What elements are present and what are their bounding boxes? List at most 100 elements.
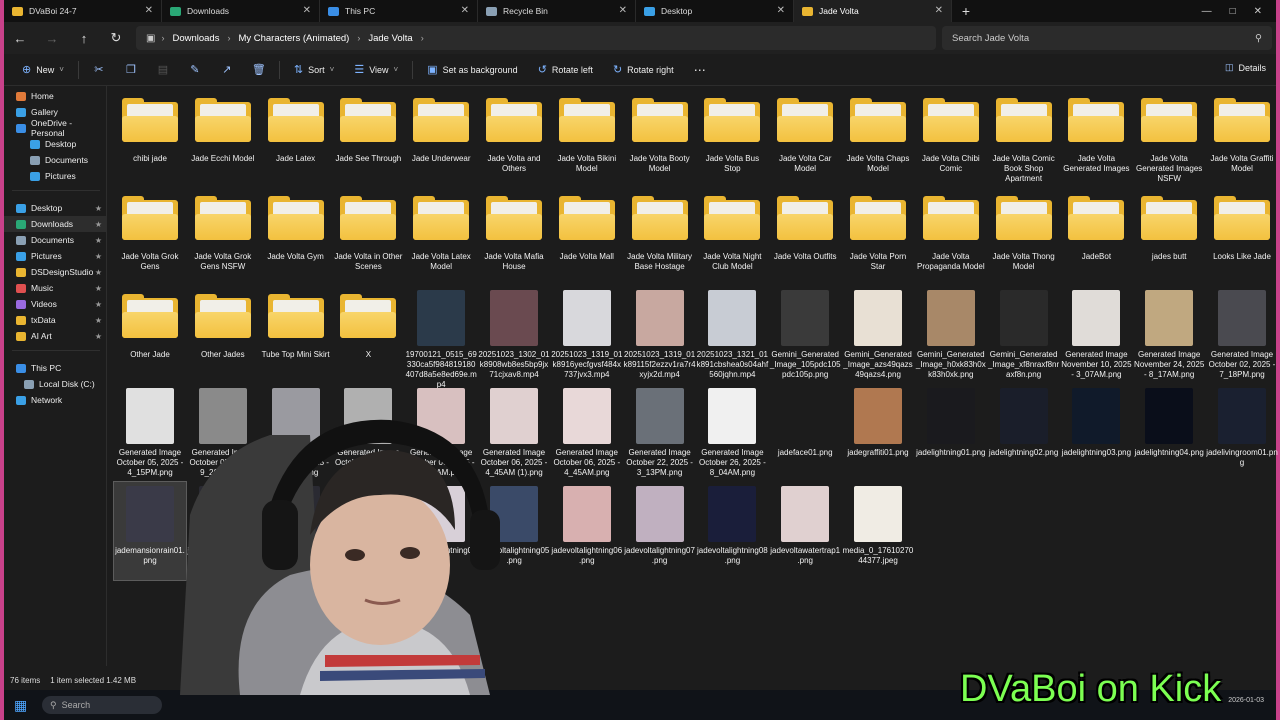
close-icon[interactable]: ✕ xyxy=(1254,6,1262,17)
file-item[interactable]: jadeface01.png xyxy=(769,384,841,482)
file-item[interactable]: jadevoltalightning06.png xyxy=(551,482,623,580)
file-item[interactable]: 19700121_0515_69330ca5f984819180407d8a5e… xyxy=(405,286,477,389)
folder-item[interactable]: Jade Volta Thong Model xyxy=(988,188,1060,286)
back-arrow-icon[interactable]: ← xyxy=(4,31,36,46)
folder-item[interactable]: Jade See Through xyxy=(332,90,404,188)
sidebar-item-music[interactable]: Music ★ xyxy=(4,280,106,296)
tab-3[interactable]: Recycle Bin ✕ xyxy=(478,0,636,22)
file-item[interactable]: Gemini_Generated_Image_xf8nraxf8nraxf8n.… xyxy=(988,286,1060,384)
maximize-icon[interactable]: □ xyxy=(1230,6,1236,17)
sidebar-item-pictures[interactable]: Pictures ★ xyxy=(4,248,106,264)
folder-item[interactable]: JadeBot xyxy=(1060,188,1132,286)
file-item[interactable]: jadelivingroom01.png xyxy=(1206,384,1278,482)
file-item[interactable]: Gemini_Generated_Image_azs49qazs49qazs4.… xyxy=(842,286,914,384)
sidebar-item-home[interactable]: Home xyxy=(4,88,106,104)
file-item[interactable]: jadevoltalightning08.png xyxy=(696,482,768,580)
file-item[interactable]: 20251023_1321_01k891cbshea0s04ahf560jqhn… xyxy=(696,286,768,384)
folder-item[interactable]: Other Jade xyxy=(114,286,186,384)
folder-item[interactable]: Jade Volta Porn Star xyxy=(842,188,914,286)
folder-item[interactable]: Jade Volta Grok Gens NSFW xyxy=(187,188,259,286)
folder-item[interactable]: Jade Volta Bikini Model xyxy=(551,90,623,188)
sidebar-item-documents[interactable]: Documents ★ xyxy=(4,232,106,248)
folder-item[interactable]: Jade Volta Car Model xyxy=(769,90,841,188)
cut-icon[interactable]: ✂ xyxy=(83,63,115,76)
sidebar-item-videos[interactable]: Videos ★ xyxy=(4,296,106,312)
file-item[interactable]: Generated Image October 26, 2025 - 8_04A… xyxy=(696,384,768,482)
rotate-left-button[interactable]: ↺ Rotate left xyxy=(528,58,603,82)
folder-item[interactable]: Jade Volta Night Club Model xyxy=(696,188,768,286)
search-input[interactable]: Search Jade Volta ⚲ xyxy=(942,26,1272,50)
folder-item[interactable]: Jade Latex xyxy=(260,90,332,188)
file-item[interactable]: Gemini_Generated_Image_h0xk83h0xk83h0xk.… xyxy=(915,286,987,384)
share-icon[interactable]: ↗ xyxy=(211,63,243,76)
breadcrumb-my-characters[interactable]: My Characters (Animated) xyxy=(238,33,349,44)
folder-item[interactable]: Jade Ecchi Model xyxy=(187,90,259,188)
file-item[interactable]: jadegraffiti01.png xyxy=(842,384,914,482)
file-item[interactable]: Generated Image October 06, 2025 - 4_45A… xyxy=(551,384,623,482)
set-background-button[interactable]: ▣ Set as background xyxy=(417,58,527,82)
tab-5[interactable]: Jade Volta ✕ xyxy=(794,0,952,22)
folder-item[interactable]: jades butt xyxy=(1133,188,1205,286)
new-tab-button[interactable]: + xyxy=(952,0,980,22)
folder-item[interactable]: X xyxy=(332,286,404,384)
sidebar-item-desktop[interactable]: Desktop xyxy=(4,136,106,152)
sidebar-item-local-disk-c-[interactable]: Local Disk (C:) xyxy=(4,376,106,392)
folder-item[interactable]: Looks Like Jade xyxy=(1206,188,1278,286)
paste-icon[interactable]: ▤ xyxy=(147,63,179,76)
close-tab-icon[interactable]: ✕ xyxy=(777,5,785,16)
folder-item[interactable]: Jade Volta Chaps Model xyxy=(842,90,914,188)
folder-item[interactable]: Jade Volta Latex Model xyxy=(405,188,477,286)
file-item[interactable]: jadelightning01.png xyxy=(915,384,987,482)
forward-arrow-icon[interactable]: → xyxy=(36,31,68,46)
close-tab-icon[interactable]: ✕ xyxy=(619,5,627,16)
close-tab-icon[interactable]: ✕ xyxy=(935,5,943,16)
up-arrow-icon[interactable]: ↑ xyxy=(68,31,100,46)
folder-item[interactable]: Tube Top Mini Skirt xyxy=(260,286,332,384)
close-tab-icon[interactable]: ✕ xyxy=(303,5,311,16)
folder-item[interactable]: Jade Volta and Others xyxy=(478,90,550,188)
folder-item[interactable]: Jade Volta Military Base Hostage xyxy=(624,188,696,286)
sidebar-item-network[interactable]: Network xyxy=(4,392,106,408)
file-item[interactable]: jadevoltalightning07.png xyxy=(624,482,696,580)
close-tab-icon[interactable]: ✕ xyxy=(461,5,469,16)
file-item[interactable]: jadelightning03.png xyxy=(1060,384,1132,482)
file-item[interactable]: media_0_1761027044377.jpeg xyxy=(842,482,914,580)
taskbar-search[interactable]: ⚲ Search xyxy=(42,696,162,714)
tab-0[interactable]: DVaBoi 24-7 ✕ xyxy=(4,0,162,22)
refresh-icon[interactable]: ↻ xyxy=(100,30,132,46)
file-item[interactable]: Generated Image October 02, 2025 - 7_18P… xyxy=(1206,286,1278,384)
folder-item[interactable]: Jade Volta Comic Book Shop Apartment xyxy=(988,90,1060,188)
breadcrumb-downloads[interactable]: Downloads xyxy=(172,33,219,44)
folder-item[interactable]: Jade Volta in Other Scenes xyxy=(332,188,404,286)
sidebar-item-ai-art[interactable]: AI Art ★ xyxy=(4,328,106,344)
folder-item[interactable]: Jade Volta Chibi Comic xyxy=(915,90,987,188)
folder-item[interactable]: Jade Volta Mafia House xyxy=(478,188,550,286)
file-item[interactable]: jadevoltawatertrap1.png xyxy=(769,482,841,580)
folder-item[interactable]: Jade Volta Grok Gens xyxy=(114,188,186,286)
sidebar-item-downloads[interactable]: Downloads ★ xyxy=(4,216,106,232)
folder-item[interactable]: Jade Volta Outfits xyxy=(769,188,841,286)
sidebar-item-pictures[interactable]: Pictures xyxy=(4,168,106,184)
folder-item[interactable]: Jade Volta Graffiti Model xyxy=(1206,90,1278,188)
folder-item[interactable]: Jade Volta Generated Images NSFW xyxy=(1133,90,1205,188)
file-item[interactable]: Gemini_Generated_Image_105pdc105pdc105p.… xyxy=(769,286,841,384)
file-item[interactable]: 20251023_1302_01k8908wb8es5bp9jx71cjxav8… xyxy=(478,286,550,384)
file-item[interactable]: jadelightning04.png xyxy=(1133,384,1205,482)
folder-item[interactable]: Jade Volta Gym xyxy=(260,188,332,286)
rename-icon[interactable]: ✎ xyxy=(179,63,211,76)
close-tab-icon[interactable]: ✕ xyxy=(145,5,153,16)
new-button[interactable]: ⊕ New ˅ xyxy=(12,58,74,82)
sort-button[interactable]: ⇅ Sort ˅ xyxy=(284,58,344,82)
minimize-icon[interactable]: — xyxy=(1202,6,1212,17)
breadcrumb-jade-volta[interactable]: Jade Volta xyxy=(368,33,412,44)
sidebar-item-desktop[interactable]: Desktop ★ xyxy=(4,200,106,216)
tab-4[interactable]: Desktop ✕ xyxy=(636,0,794,22)
sidebar-item-onedrive-personal[interactable]: OneDrive - Personal xyxy=(4,118,106,138)
file-item[interactable]: Generated Image November 10, 2025 - 3_07… xyxy=(1060,286,1132,384)
sidebar-item-txdata[interactable]: txData ★ xyxy=(4,312,106,328)
folder-item[interactable]: Jade Underwear xyxy=(405,90,477,188)
file-item[interactable]: jadelightning02.png xyxy=(988,384,1060,482)
file-item[interactable]: 20251023_1319_01k89115f2ezzv1ra7r4xyjx2d… xyxy=(624,286,696,384)
folder-item[interactable]: Jade Volta Propaganda Model xyxy=(915,188,987,286)
sidebar-item-this-pc[interactable]: This PC xyxy=(4,360,106,376)
